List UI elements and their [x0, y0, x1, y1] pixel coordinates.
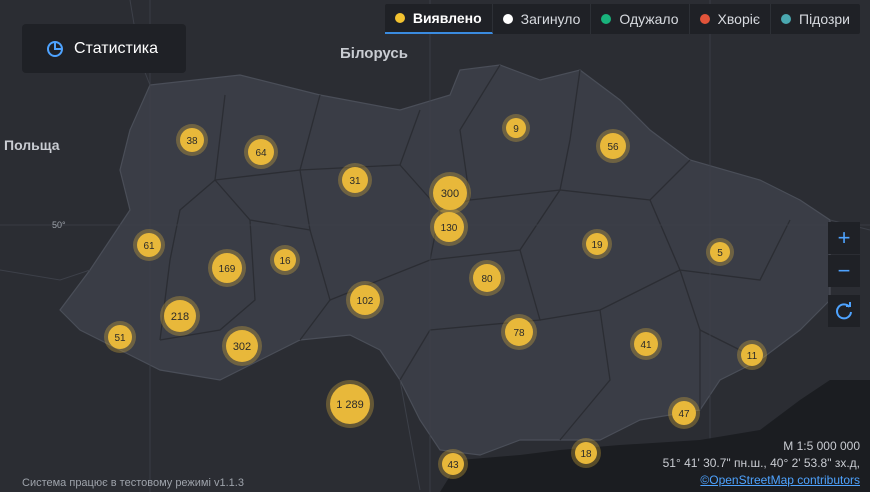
cluster-count: 102	[357, 296, 374, 307]
cluster-marker[interactable]: 64	[244, 135, 278, 169]
legend-sick[interactable]: Хворіє	[690, 4, 771, 34]
refresh-icon	[836, 302, 852, 320]
recovered-dot-icon	[601, 14, 612, 24]
statistics-label: Статистика	[74, 39, 159, 57]
cluster-count: 169	[219, 264, 236, 275]
cluster-count: 38	[186, 136, 198, 147]
cluster-marker[interactable]: 80	[469, 260, 505, 296]
sick-dot-icon	[699, 14, 710, 24]
cluster-marker[interactable]: 130	[430, 208, 468, 246]
cluster-marker[interactable]: 16	[270, 245, 300, 275]
zoom-in-button[interactable]: +	[828, 222, 860, 254]
cluster-count: 19	[591, 240, 603, 251]
cluster-marker[interactable]: 47	[668, 397, 700, 429]
cluster-marker[interactable]: 43	[438, 449, 468, 479]
cluster-marker[interactable]: 38	[176, 124, 208, 156]
cluster-count: 78	[513, 328, 525, 339]
cluster-count: 130	[441, 223, 458, 234]
cluster-marker[interactable]: 9	[502, 114, 530, 142]
cluster-count: 51	[114, 333, 126, 344]
died-dot-icon	[502, 14, 513, 24]
cluster-count: 61	[143, 241, 155, 252]
legend-recovered[interactable]: Одужало	[591, 4, 690, 34]
cluster-count: 300	[441, 188, 459, 200]
cluster-count: 47	[678, 409, 690, 420]
legend-label: Виявлено	[412, 10, 482, 26]
legend-label: Хворіє	[717, 11, 760, 27]
minus-icon: −	[837, 258, 851, 283]
cluster-count: 16	[279, 256, 291, 267]
legend-detected[interactable]: Виявлено	[384, 4, 493, 34]
cluster-marker[interactable]: 169	[208, 249, 246, 287]
cluster-marker[interactable]: 302	[222, 326, 262, 366]
label-belarus: Білорусь	[340, 45, 408, 62]
map-info: М 1:5 000 000 51° 41' 30.7" пн.ш., 40° 2…	[663, 438, 860, 489]
legend-label: Підозри	[799, 11, 850, 27]
cluster-count: 5	[717, 248, 723, 259]
cursor-coordinates: 51° 41' 30.7" пн.ш., 40° 2' 53.8" зх.д,	[662, 456, 860, 470]
label-poland: Польща	[4, 137, 60, 153]
cluster-marker[interactable]: 102	[346, 281, 384, 319]
system-status-note: Система працює в тестовому режимі v1.1.3	[22, 477, 244, 489]
cluster-count: 11	[747, 351, 758, 362]
cluster-count: 80	[481, 274, 493, 285]
cluster-count: 64	[255, 148, 267, 159]
legend-died[interactable]: Загинуло	[493, 4, 592, 34]
cluster-marker[interactable]: 78	[501, 314, 537, 350]
legend-tabs: Виявлено Загинуло Одужало Хворіє Підозри	[384, 4, 860, 34]
cluster-marker[interactable]: 218	[160, 296, 200, 336]
cluster-marker[interactable]: 11	[737, 340, 767, 370]
cluster-marker[interactable]: 5	[706, 238, 734, 266]
osm-attribution-link[interactable]: ©OpenStreetMap contributors	[663, 472, 860, 489]
suspected-dot-icon	[781, 14, 791, 24]
statistics-button[interactable]: Статистика	[22, 24, 186, 73]
zoom-out-button[interactable]: −	[828, 255, 860, 287]
cluster-count: 302	[233, 341, 251, 353]
cluster-count: 218	[171, 311, 189, 323]
cluster-count: 41	[640, 340, 652, 351]
detected-dot-icon	[394, 13, 405, 23]
cluster-count: 1 289	[336, 399, 364, 411]
cluster-marker[interactable]: 56	[596, 129, 630, 163]
cluster-count: 56	[607, 142, 619, 153]
map-canvas[interactable]: Білорусь Польща 50° 38 64 31 300 130 9 56 61 169…	[0, 0, 870, 492]
label-latitude: 50°	[52, 220, 66, 230]
cluster-count: 9	[513, 124, 519, 135]
legend-label: Одужало	[619, 11, 679, 27]
legend-label: Загинуло	[520, 11, 581, 27]
refresh-button[interactable]	[828, 295, 860, 327]
cluster-count: 18	[580, 449, 592, 460]
cluster-marker[interactable]: 51	[104, 321, 136, 353]
pie-chart-icon	[47, 40, 63, 57]
cluster-marker[interactable]: 1 289	[326, 380, 374, 428]
cluster-marker[interactable]: 18	[571, 438, 601, 468]
cluster-marker[interactable]: 300	[429, 172, 471, 214]
cluster-marker[interactable]: 61	[133, 229, 165, 261]
map-scale: М 1:5 000 000	[783, 439, 860, 453]
cluster-count: 31	[349, 176, 361, 187]
cluster-count: 43	[447, 460, 459, 471]
cluster-marker[interactable]: 41	[630, 328, 662, 360]
plus-icon: +	[837, 225, 851, 250]
legend-suspected[interactable]: Підозри	[771, 4, 860, 34]
cluster-marker[interactable]: 31	[338, 163, 372, 197]
cluster-marker[interactable]: 19	[582, 229, 612, 259]
